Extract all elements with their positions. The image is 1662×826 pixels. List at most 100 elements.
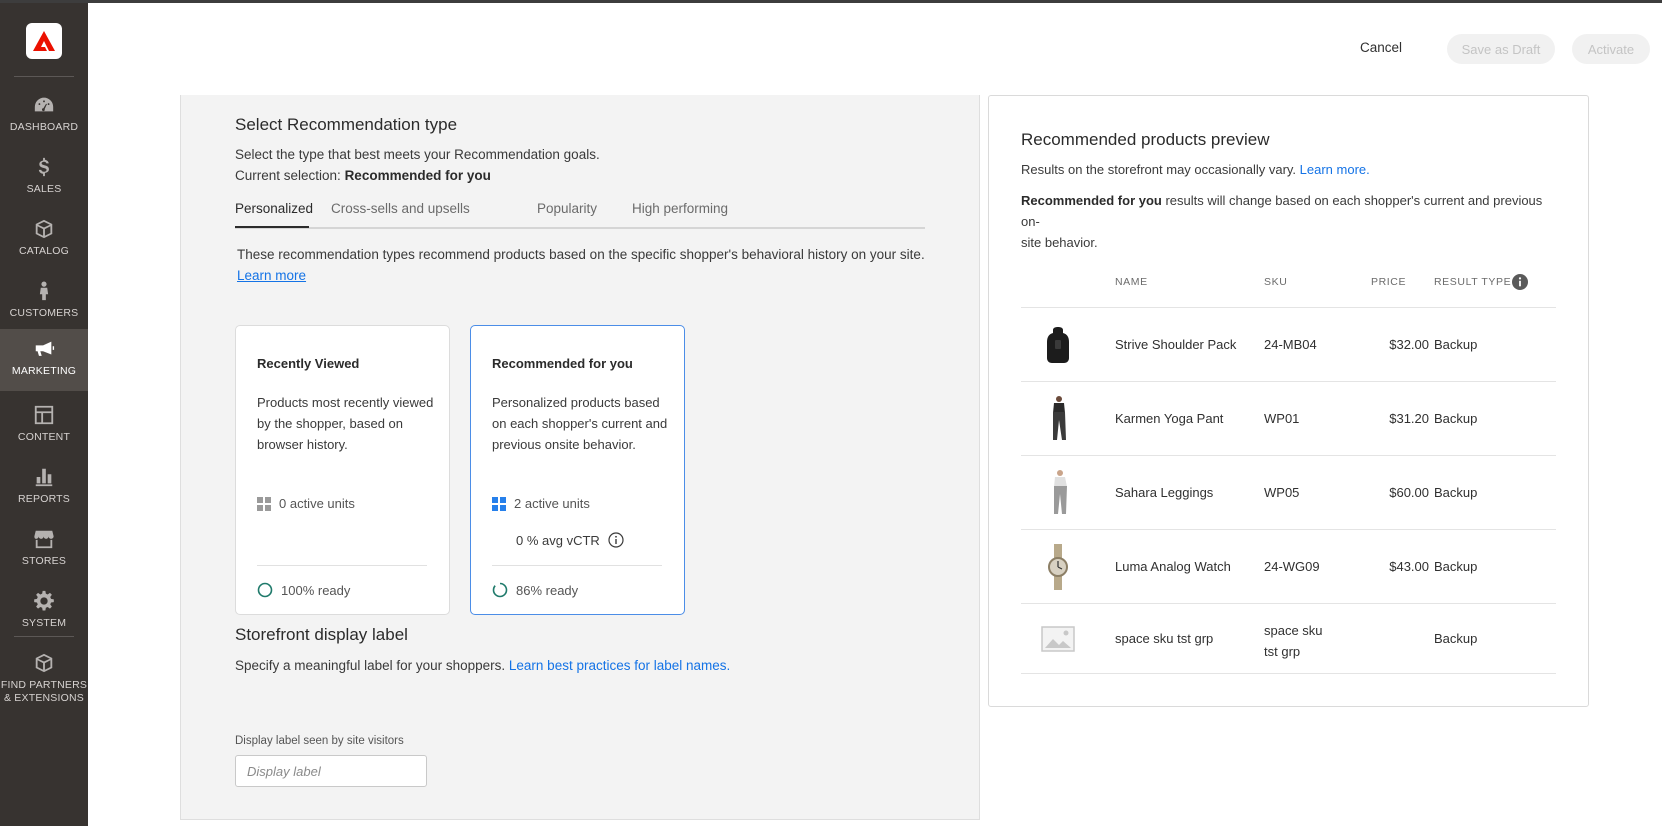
display-label-field-label: Display label seen by site visitors xyxy=(235,735,404,747)
display-label-input[interactable] xyxy=(235,755,427,787)
active-units: 2 active units xyxy=(492,496,590,511)
product-price: $31.20 xyxy=(1389,411,1429,426)
storefront-label-title: Storefront display label xyxy=(235,625,408,644)
sidebar-item-customers[interactable]: CUSTOMERS xyxy=(0,271,88,331)
section-title: Select Recommendation type xyxy=(235,115,458,134)
dashboard-icon xyxy=(32,93,56,117)
active-units: 0 active units xyxy=(257,496,355,511)
sidebar-item-label: SALES xyxy=(26,183,62,195)
sidebar-item-label: FIND PARTNERS & EXTENSIONS xyxy=(0,679,88,704)
product-price: $43.00 xyxy=(1389,559,1429,574)
vctr-text: 0 % avg vCTR xyxy=(516,532,600,548)
card-divider xyxy=(492,565,662,566)
preview-behavior-note: Recommended for you results will change … xyxy=(1021,190,1561,253)
sidebar-item-catalog[interactable]: CATALOG xyxy=(0,209,88,269)
box-icon xyxy=(32,217,56,241)
product-sku: WP01 xyxy=(1264,411,1300,426)
sidebar-item-reports[interactable]: REPORTS xyxy=(0,457,88,517)
tab-high-performing[interactable]: High performing xyxy=(632,201,728,216)
product-price: $60.00 xyxy=(1389,485,1429,500)
storefront-label-description-text: Specify a meaningful label for your shop… xyxy=(235,658,509,673)
active-tab-indicator xyxy=(235,226,309,228)
card-title: Recommended for you xyxy=(492,356,633,371)
person-icon xyxy=(32,279,56,303)
recommendation-tabs: Personalized Cross-sells and upsells Pop… xyxy=(235,193,925,229)
current-selection: Current selection: Recommended for you xyxy=(235,168,491,183)
active-units-text: 0 active units xyxy=(279,496,355,511)
activate-button[interactable]: Activate xyxy=(1572,34,1650,64)
tab-description: These recommendation types recommend pro… xyxy=(237,247,925,262)
recommendation-card-recently-viewed[interactable]: Recently Viewed Products most recently v… xyxy=(235,325,450,615)
sku-line: space sku xyxy=(1264,623,1323,638)
card-description: Products most recently viewed by the sho… xyxy=(257,395,434,452)
sidebar-item-label: CATALOG xyxy=(18,245,70,257)
watch-icon xyxy=(1037,544,1079,590)
layout-icon xyxy=(32,403,56,427)
table-row[interactable]: space sku tst grp space sku tst grp Backu… xyxy=(1021,603,1556,674)
tab-personalized[interactable]: Personalized xyxy=(235,201,313,216)
sidebar-item-label: CUSTOMERS xyxy=(9,307,79,319)
result-type: Backup xyxy=(1434,337,1478,352)
product-sku: 24-WG09 xyxy=(1264,559,1320,574)
ready-text: 86% ready xyxy=(516,582,579,598)
megaphone-icon xyxy=(32,337,56,361)
preview-title: Recommended products preview xyxy=(1021,130,1270,149)
sidebar-item-label: DASHBOARD xyxy=(9,121,79,133)
save-as-draft-button[interactable]: Save as Draft xyxy=(1447,34,1555,64)
gear-icon xyxy=(32,589,56,613)
column-header-sku: SKU xyxy=(1264,276,1288,288)
leggings-icon xyxy=(1037,470,1079,516)
section-description: Select the type that best meets your Rec… xyxy=(235,147,600,162)
product-name: Sahara Leggings xyxy=(1115,485,1214,500)
adobe-logo-icon[interactable] xyxy=(26,23,62,59)
tab-cross-sells-upsells[interactable]: Cross-sells and upsells xyxy=(331,201,470,216)
backpack-icon xyxy=(1037,322,1079,368)
sidebar-divider xyxy=(14,76,74,77)
table-row[interactable]: Strive Shoulder Pack 24-MB04 $32.00 Back… xyxy=(1021,307,1556,381)
pants-icon xyxy=(1037,396,1079,442)
sidebar-item-dashboard[interactable]: DASHBOARD xyxy=(0,85,88,145)
info-icon[interactable] xyxy=(608,532,624,548)
bar-chart-icon xyxy=(32,465,56,489)
current-selection-value: Recommended for you xyxy=(344,168,491,183)
ready-text: 100% ready xyxy=(281,582,351,598)
tab-popularity[interactable]: Popularity xyxy=(537,201,597,216)
active-units-text: 2 active units xyxy=(514,496,590,511)
product-name: space sku tst grp xyxy=(1115,631,1214,646)
sidebar-item-label: SYSTEM xyxy=(21,617,67,629)
admin-sidebar: DASHBOARD SALES CATALOG CUSTOMERS MARKET… xyxy=(0,3,88,826)
sidebar-item-label: CONTENT xyxy=(17,431,71,443)
column-header-price: PRICE xyxy=(1371,276,1407,288)
column-header-name: NAME xyxy=(1115,276,1148,288)
image-placeholder-icon xyxy=(1037,616,1079,662)
sidebar-item-find-partners[interactable]: FIND PARTNERS & EXTENSIONS xyxy=(0,643,88,709)
sidebar-item-stores[interactable]: STORES xyxy=(0,519,88,579)
card-title: Recently Viewed xyxy=(257,356,360,371)
sidebar-item-system[interactable]: SYSTEM xyxy=(0,581,88,641)
cancel-button[interactable]: Cancel xyxy=(1360,36,1402,60)
ready-status: 86% ready xyxy=(492,582,578,598)
table-row[interactable]: Karmen Yoga Pant WP01 $31.20 Backup xyxy=(1021,381,1556,455)
recommendation-card-recommended-for-you[interactable]: Recommended for you Personalized product… xyxy=(470,325,685,615)
label-best-practices-link[interactable]: Learn best practices for label names. xyxy=(509,658,730,673)
result-type-info-icon[interactable] xyxy=(1512,274,1528,290)
table-row[interactable]: Luma Analog Watch 24-WG09 $43.00 Backup xyxy=(1021,529,1556,603)
storefront-label-description: Specify a meaningful label for your shop… xyxy=(235,658,730,673)
product-sku: space sku tst grp xyxy=(1264,620,1323,662)
card-description: Personalized products based on each shop… xyxy=(492,395,668,452)
product-name: Karmen Yoga Pant xyxy=(1115,411,1224,426)
sidebar-item-sales[interactable]: SALES xyxy=(0,147,88,207)
current-selection-label: Current selection: xyxy=(235,168,345,183)
sidebar-item-content[interactable]: CONTENT xyxy=(0,395,88,455)
preview-note-text: Results on the storefront may occasional… xyxy=(1021,162,1300,177)
sidebar-item-marketing[interactable]: MARKETING xyxy=(0,329,88,391)
sidebar-item-label: REPORTS xyxy=(18,493,70,505)
product-price: $32.00 xyxy=(1389,337,1429,352)
table-row[interactable]: Sahara Leggings WP05 $60.00 Backup xyxy=(1021,455,1556,529)
recommendation-settings-panel: Select Recommendation type Select the ty… xyxy=(180,95,980,820)
learn-more-link[interactable]: Learn more xyxy=(237,268,306,283)
behavior-bold: Recommended for you xyxy=(1021,193,1162,208)
result-type: Backup xyxy=(1434,485,1478,500)
units-grid-icon xyxy=(257,496,271,511)
preview-learn-more-link[interactable]: Learn more. xyxy=(1300,162,1370,177)
